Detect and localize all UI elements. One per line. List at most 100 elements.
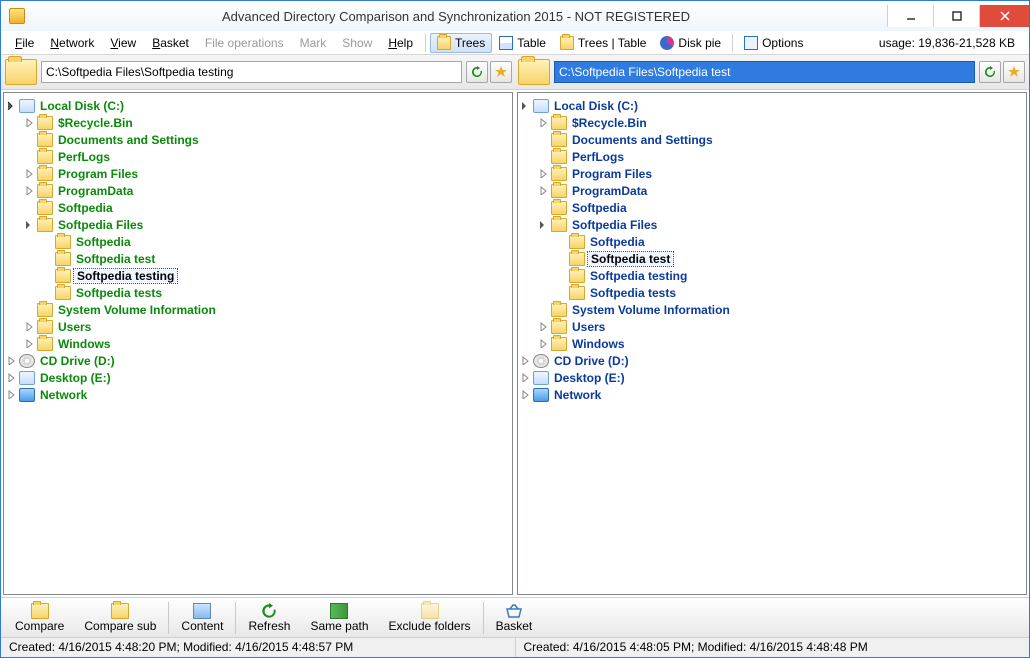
- minimize-button[interactable]: [887, 5, 933, 27]
- drive-icon: [19, 371, 35, 385]
- compare-sub-button[interactable]: Compare sub: [74, 599, 166, 637]
- tree-item-local-disk[interactable]: Local Disk (C:): [551, 99, 641, 113]
- cd-icon: [19, 354, 35, 368]
- view-options-button[interactable]: Options: [737, 33, 810, 53]
- trees-icon: [437, 36, 451, 50]
- tree-item[interactable]: ProgramData: [569, 184, 650, 198]
- view-trees-button[interactable]: Trees: [430, 33, 492, 53]
- menu-help[interactable]: Help: [380, 34, 421, 52]
- menu-basket[interactable]: Basket: [144, 34, 197, 52]
- expand-icon[interactable]: [24, 117, 35, 128]
- tree-item[interactable]: Documents and Settings: [569, 133, 716, 147]
- diskpie-icon: [660, 36, 674, 50]
- drive-icon: [533, 99, 549, 113]
- tree-item-cd[interactable]: CD Drive (D:): [551, 354, 632, 368]
- expand-icon[interactable]: [538, 185, 549, 196]
- tree-item[interactable]: PerfLogs: [55, 150, 113, 164]
- right-path-text: C:\Softpedia Files\Softpedia test: [559, 65, 730, 79]
- right-path-input[interactable]: C:\Softpedia Files\Softpedia test: [554, 61, 975, 83]
- tree-item[interactable]: Softpedia: [587, 235, 648, 249]
- expand-icon[interactable]: [538, 321, 549, 332]
- folder-icon[interactable]: [518, 59, 550, 85]
- left-favorite-button[interactable]: [490, 61, 512, 83]
- tree-item[interactable]: System Volume Information: [569, 303, 733, 317]
- exclude-folders-button[interactable]: Exclude folders: [379, 599, 481, 637]
- menu-file[interactable]: File: [7, 34, 42, 52]
- tree-item[interactable]: Program Files: [569, 167, 655, 181]
- view-table-button[interactable]: Table: [492, 33, 553, 53]
- tree-item[interactable]: ProgramData: [55, 184, 136, 198]
- refresh-button[interactable]: Refresh: [238, 599, 300, 637]
- tree-item[interactable]: Windows: [55, 337, 114, 351]
- tree-item-selected[interactable]: Softpedia testing: [73, 268, 178, 284]
- tree-item[interactable]: $Recycle.Bin: [569, 116, 650, 130]
- tree-item[interactable]: Program Files: [55, 167, 141, 181]
- tree-item[interactable]: Softpedia test: [73, 252, 158, 266]
- tree-item[interactable]: System Volume Information: [55, 303, 219, 317]
- close-button[interactable]: [979, 5, 1029, 27]
- menu-view[interactable]: View: [102, 34, 144, 52]
- tree-item[interactable]: Softpedia tests: [587, 286, 679, 300]
- tree-item[interactable]: Windows: [569, 337, 628, 351]
- tree-item-local-disk[interactable]: Local Disk (C:): [37, 99, 127, 113]
- tree-item-network[interactable]: Network: [551, 388, 604, 402]
- tree-item-cd[interactable]: CD Drive (D:): [37, 354, 118, 368]
- main-split: Local Disk (C:) $Recycle.Bin Documents a…: [1, 90, 1029, 597]
- tree-item[interactable]: Users: [55, 320, 94, 334]
- tree-item[interactable]: Softpedia: [569, 201, 630, 215]
- menu-network[interactable]: Network: [42, 34, 102, 52]
- basket-button[interactable]: Basket: [486, 599, 543, 637]
- options-icon: [744, 36, 758, 50]
- window-title: Advanced Directory Comparison and Synchr…: [25, 9, 887, 24]
- left-path-input[interactable]: C:\Softpedia Files\Softpedia testing: [41, 61, 462, 83]
- expand-icon[interactable]: [520, 372, 531, 383]
- collapse-icon[interactable]: [6, 100, 17, 111]
- tree-item[interactable]: Softpedia: [55, 201, 116, 215]
- folder-icon[interactable]: [5, 59, 37, 85]
- maximize-button[interactable]: [933, 5, 979, 27]
- left-refresh-button[interactable]: [466, 61, 488, 83]
- same-path-label: Same path: [310, 619, 368, 633]
- expand-icon[interactable]: [6, 389, 17, 400]
- tree-item-desktop[interactable]: Desktop (E:): [551, 371, 628, 385]
- tree-item[interactable]: PerfLogs: [569, 150, 627, 164]
- tree-item[interactable]: Softpedia Files: [569, 218, 660, 232]
- tree-item[interactable]: $Recycle.Bin: [55, 116, 136, 130]
- expand-icon[interactable]: [24, 338, 35, 349]
- view-diskpie-button[interactable]: Disk pie: [653, 33, 728, 53]
- collapse-icon[interactable]: [538, 219, 549, 230]
- right-favorite-button[interactable]: [1003, 61, 1025, 83]
- view-treestable-button[interactable]: Trees | Table: [553, 33, 653, 53]
- expand-icon[interactable]: [520, 389, 531, 400]
- tree-item[interactable]: Users: [569, 320, 608, 334]
- expand-icon[interactable]: [24, 168, 35, 179]
- content-button[interactable]: Content: [171, 599, 233, 637]
- expand-icon[interactable]: [520, 355, 531, 366]
- expand-icon[interactable]: [6, 355, 17, 366]
- tree-item[interactable]: Softpedia tests: [73, 286, 165, 300]
- collapse-icon[interactable]: [520, 100, 531, 111]
- right-tree-pane[interactable]: Local Disk (C:) $Recycle.Bin Documents a…: [517, 92, 1027, 595]
- tree-item-network[interactable]: Network: [37, 388, 90, 402]
- tree-item[interactable]: Softpedia: [73, 235, 134, 249]
- expand-icon[interactable]: [24, 321, 35, 332]
- same-path-button[interactable]: Same path: [300, 599, 378, 637]
- expand-icon[interactable]: [24, 185, 35, 196]
- tree-item[interactable]: Softpedia Files: [55, 218, 146, 232]
- collapse-icon[interactable]: [24, 219, 35, 230]
- expand-icon[interactable]: [538, 338, 549, 349]
- tree-item[interactable]: Softpedia testing: [587, 269, 690, 283]
- tree-item-desktop[interactable]: Desktop (E:): [37, 371, 114, 385]
- folder-icon: [569, 235, 585, 249]
- expand-icon[interactable]: [6, 372, 17, 383]
- right-refresh-button[interactable]: [979, 61, 1001, 83]
- tree-item-selected[interactable]: Softpedia test: [587, 251, 674, 267]
- tree-item[interactable]: Documents and Settings: [55, 133, 202, 147]
- expand-icon[interactable]: [538, 117, 549, 128]
- left-tree-pane[interactable]: Local Disk (C:) $Recycle.Bin Documents a…: [3, 92, 513, 595]
- folder-icon: [55, 252, 71, 266]
- compare-button[interactable]: Compare: [5, 599, 74, 637]
- compare-icon: [31, 603, 49, 619]
- basket-icon: [505, 603, 523, 619]
- expand-icon[interactable]: [538, 168, 549, 179]
